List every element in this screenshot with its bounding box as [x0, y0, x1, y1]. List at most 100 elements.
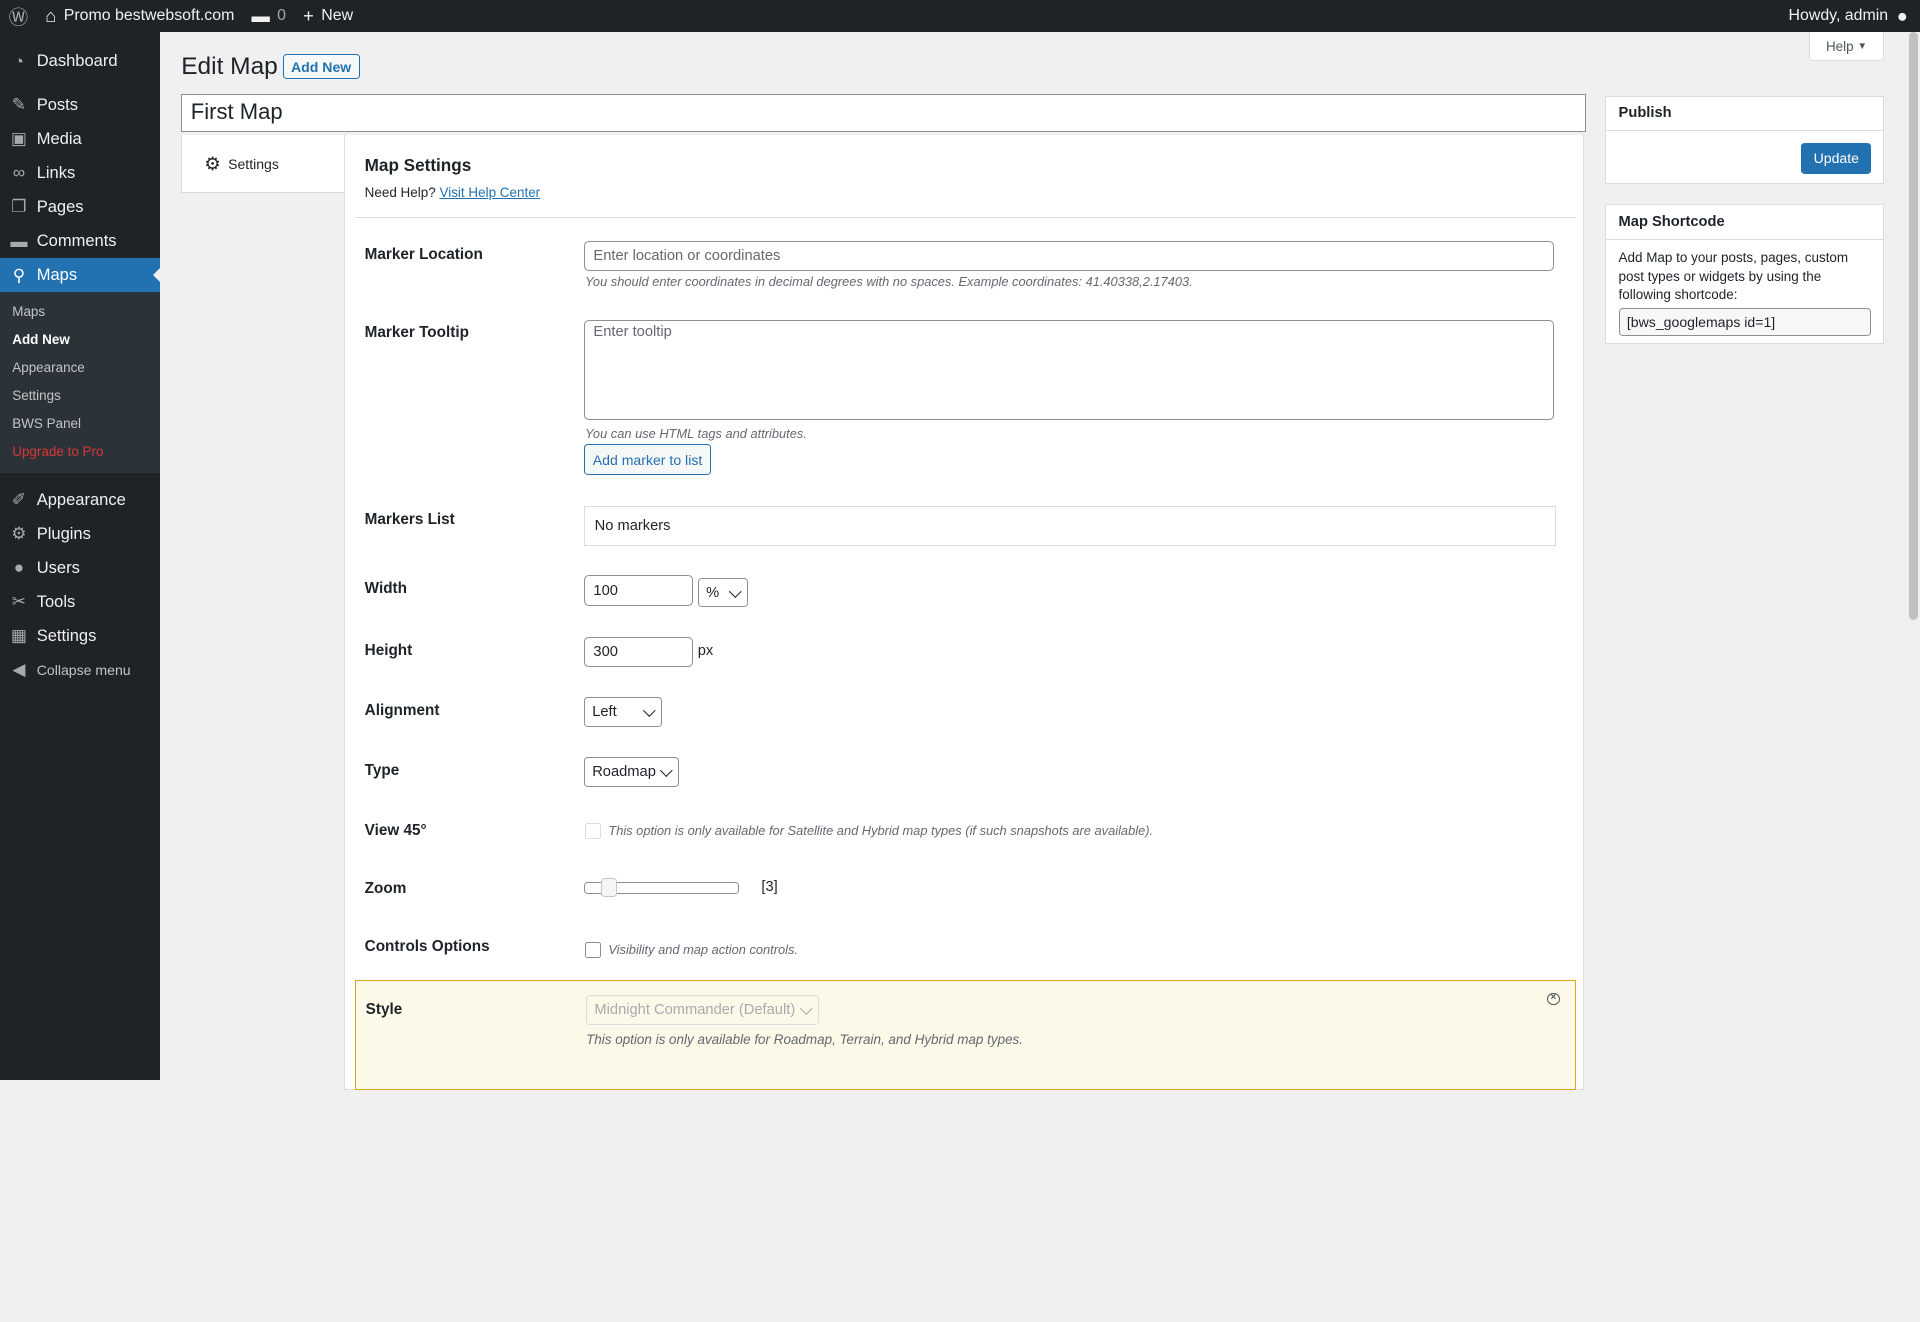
menu-links[interactable]: ∞ Links — [0, 156, 160, 190]
chevron-down-icon — [643, 704, 656, 717]
tab-settings[interactable]: ⚙ Settings — [182, 135, 344, 194]
comment-icon: ▬ — [10, 230, 28, 251]
chevron-down-icon — [660, 764, 673, 777]
user-avatar-icon: ● — [1896, 4, 1908, 26]
gear-icon: ⚙ — [204, 153, 221, 175]
controls-options-checkbox[interactable] — [585, 941, 601, 958]
location-icon: ⚲ — [12, 264, 26, 285]
comments-count: 0 — [277, 6, 287, 24]
menu-label: Posts — [36, 94, 79, 114]
menu-settings[interactable]: ▦ Settings — [0, 619, 160, 653]
wordpress-logo[interactable]: Ⓦ — [0, 0, 37, 32]
chevron-down-icon — [800, 1002, 813, 1015]
media-icon: ▣ — [10, 128, 28, 149]
menu-users[interactable]: ● Users — [0, 551, 160, 585]
marker-tooltip-label: Marker Tooltip — [364, 324, 469, 342]
new-content-link[interactable]: + New — [295, 0, 362, 32]
menu-label: Media — [36, 128, 82, 148]
menu-plugins[interactable]: ⚙ Plugins — [0, 517, 160, 551]
markers-list-label: Markers List — [364, 510, 455, 528]
view45-checkbox[interactable] — [585, 822, 601, 839]
comments-link[interactable]: ▬ 0 — [243, 0, 295, 32]
marker-tooltip-textarea[interactable]: Enter tooltip — [583, 319, 1554, 420]
site-name-link[interactable]: ⌂ Promo bestwebsoft.com — [37, 0, 243, 32]
menu-label: Links — [36, 162, 76, 182]
help-tab-button[interactable]: Help ▼ — [1808, 31, 1885, 62]
wordpress-icon: Ⓦ — [8, 7, 29, 30]
scrollbar-thumb[interactable] — [1908, 31, 1918, 620]
page-title: Edit Map — [181, 52, 278, 80]
add-marker-button[interactable]: Add marker to list — [583, 444, 712, 476]
submenu-bws-panel[interactable]: BWS Panel — [0, 410, 160, 438]
style-select[interactable]: Midnight Commander (Default) — [586, 995, 819, 1025]
menu-appearance[interactable]: ✐ Appearance — [0, 483, 160, 517]
publish-title: Publish — [1606, 97, 1884, 131]
style-label: Style — [365, 1001, 403, 1019]
height-label: Height — [364, 641, 413, 659]
menu-label: Plugins — [36, 523, 91, 543]
height-input[interactable]: 300 — [583, 636, 693, 668]
view45-desc: This option is only available for Satell… — [608, 822, 1154, 838]
marker-location-input[interactable]: Enter location or coordinates — [583, 241, 1554, 271]
map-settings-panel: Map Settings Need Help? Visit Help Cente… — [344, 134, 1585, 1090]
marker-location-label: Marker Location — [364, 246, 483, 264]
submenu-upgrade-pro[interactable]: Upgrade to Pro — [0, 438, 160, 466]
howdy-text: Howdy, admin — [1788, 6, 1889, 24]
submenu-settings[interactable]: Settings — [0, 382, 160, 410]
menu-dashboard[interactable]: ◔ Dashboard — [0, 44, 160, 78]
page-scrollbar[interactable] — [1906, 31, 1920, 1080]
alignment-value: Left — [592, 704, 617, 720]
view45-label: View 45° — [364, 821, 427, 839]
type-select[interactable]: Roadmap — [583, 756, 680, 788]
menu-maps[interactable]: ⚲ Maps — [0, 258, 161, 293]
submenu-maps[interactable]: Maps — [0, 298, 160, 326]
collapse-menu[interactable]: ◀ Collapse menu — [0, 653, 160, 687]
shortcode-input[interactable]: [bws_googlemaps id=1] — [1618, 308, 1872, 337]
menu-media[interactable]: ▣ Media — [0, 122, 160, 156]
width-input[interactable]: 100 — [583, 575, 693, 607]
brush-icon: ✐ — [11, 489, 27, 510]
submenu-appearance[interactable]: Appearance — [0, 354, 160, 382]
width-unit-value: % — [706, 584, 720, 601]
type-label: Type — [364, 761, 400, 779]
menu-comments[interactable]: ▬ Comments — [0, 224, 160, 258]
collapse-icon: ◀ — [12, 659, 26, 680]
publish-box: Publish Update — [1605, 95, 1885, 184]
link-icon: ∞ — [12, 162, 26, 183]
home-icon: ⌂ — [45, 4, 57, 26]
need-help-label: Need Help? — [364, 184, 436, 200]
menu-posts[interactable]: ✎ Posts — [0, 88, 160, 122]
height-unit: px — [697, 642, 714, 659]
update-button[interactable]: Update — [1801, 143, 1872, 174]
maps-submenu: Maps Add New Appearance Settings BWS Pan… — [0, 292, 161, 473]
menu-label: Dashboard — [36, 51, 118, 71]
menu-pages[interactable]: ❐ Pages — [0, 190, 160, 224]
divider — [354, 216, 1576, 218]
comment-icon: ▬ — [251, 4, 270, 26]
zoom-slider-handle[interactable] — [600, 877, 617, 898]
submenu-add-new[interactable]: Add New — [0, 326, 160, 354]
caret-down-icon: ▼ — [1857, 40, 1868, 52]
zoom-slider[interactable] — [583, 877, 740, 898]
shortcode-box: Map Shortcode Add Map to your posts, pag… — [1605, 204, 1885, 345]
wrench-icon: ✂ — [11, 591, 27, 612]
menu-tools[interactable]: ✂ Tools — [0, 585, 160, 619]
add-new-button[interactable]: Add New — [282, 53, 360, 80]
width-unit-select[interactable]: % — [697, 577, 748, 608]
menu-label: Pages — [36, 196, 84, 216]
close-icon[interactable]: × — [1547, 992, 1560, 1006]
collapse-label: Collapse menu — [36, 661, 131, 678]
shortcode-title: Map Shortcode — [1606, 205, 1884, 240]
account-link[interactable]: Howdy, admin ● — [1780, 0, 1920, 32]
menu-label: Appearance — [36, 489, 126, 509]
pin-icon: ✎ — [11, 94, 27, 115]
help-center-link[interactable]: Visit Help Center — [439, 185, 540, 200]
controls-options-desc: Visibility and map action controls. — [608, 941, 799, 957]
admin-bar: Ⓦ ⌂ Promo bestwebsoft.com ▬ 0 + New Howdy, … — [0, 0, 1920, 32]
tab-label: Settings — [228, 156, 279, 173]
alignment-select[interactable]: Left — [583, 696, 663, 728]
marker-location-desc: You should enter coordinates in decimal … — [585, 274, 1193, 290]
style-notice-box: Style Midnight Commander (Default) This … — [354, 979, 1576, 1090]
map-title-input[interactable]: First Map — [181, 94, 1586, 133]
controls-options-label: Controls Options — [364, 937, 490, 955]
